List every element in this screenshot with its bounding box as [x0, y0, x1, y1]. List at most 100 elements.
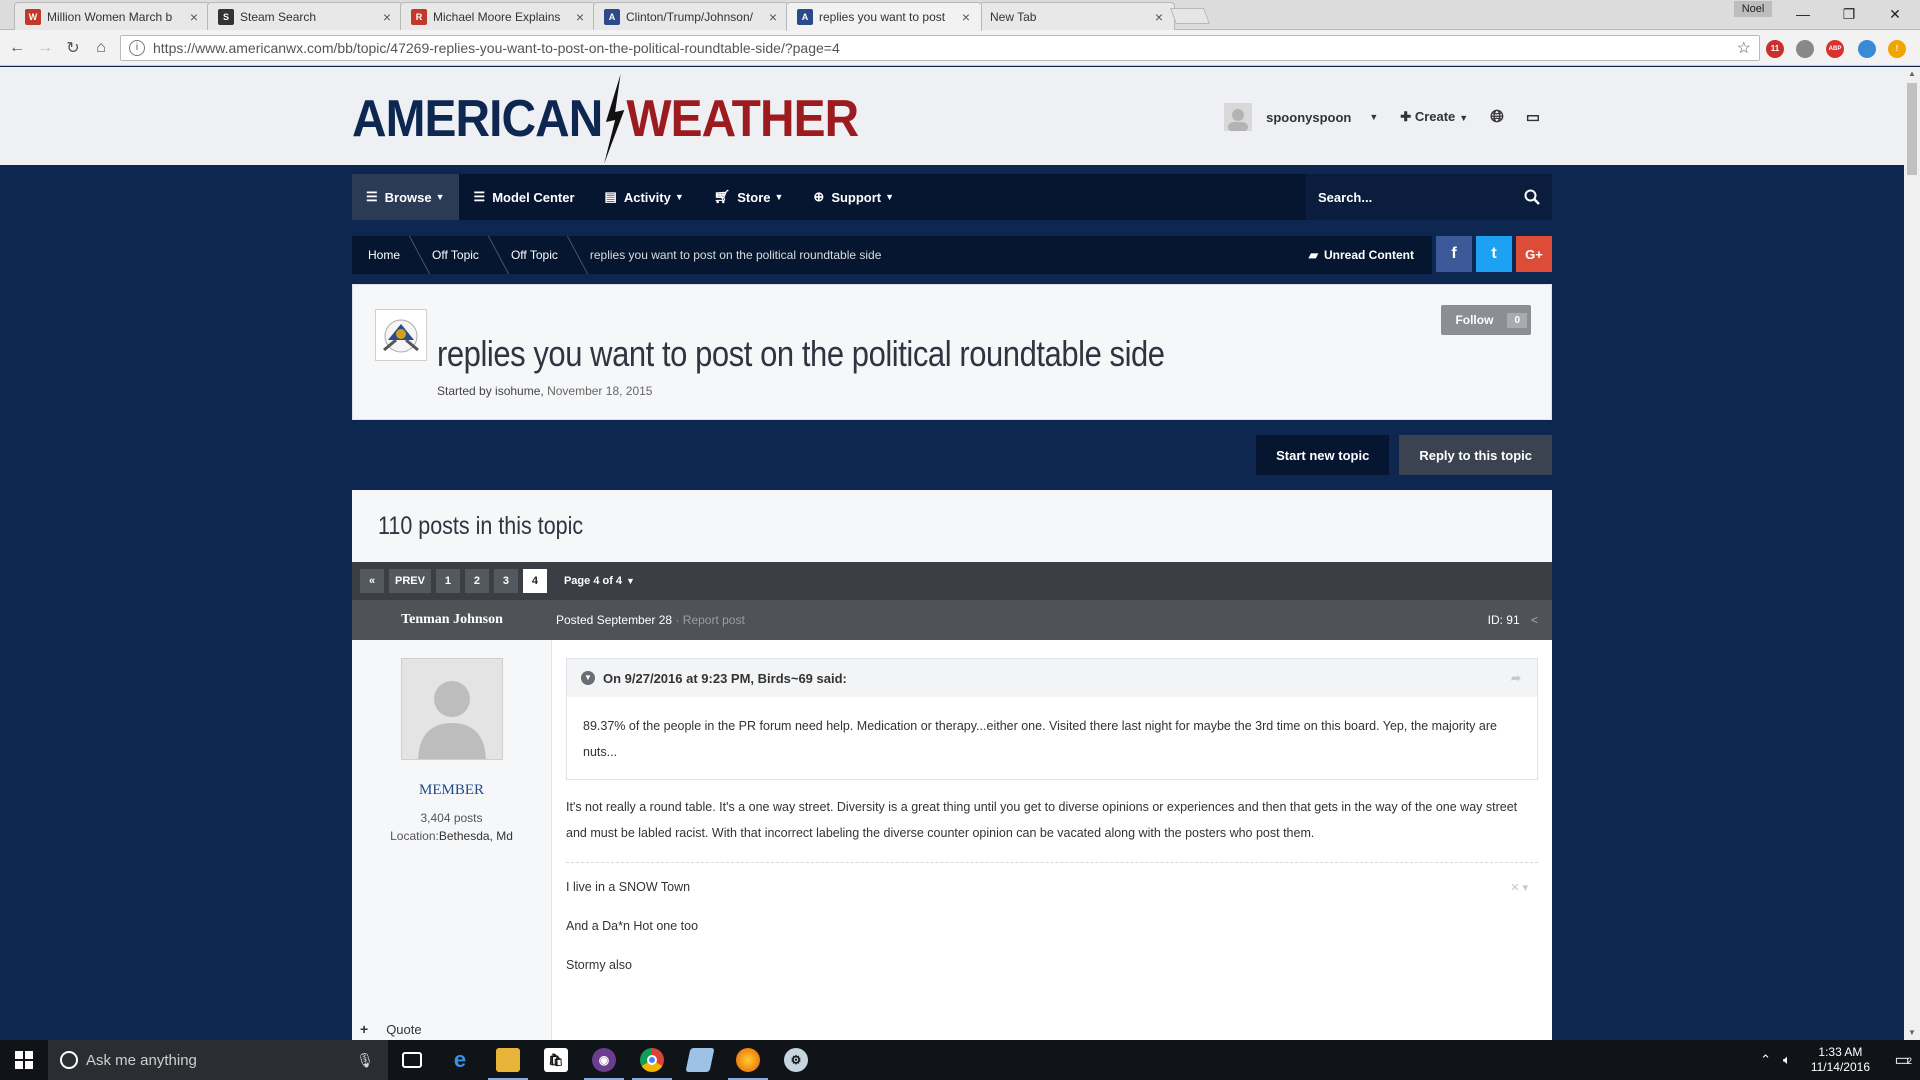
quote-citation[interactable]: ▼ On 9/27/2016 at 9:23 PM, Birds~69 said…: [567, 659, 1537, 697]
posted-date[interactable]: September 28: [597, 613, 672, 627]
hide-signature-icon[interactable]: ✕ ▾: [1510, 881, 1528, 894]
reply-to-topic-button[interactable]: Reply to this topic: [1399, 435, 1552, 475]
notepad-icon[interactable]: [676, 1040, 724, 1080]
chevron-up-icon[interactable]: ⌃: [1760, 1052, 1771, 1068]
create-menu[interactable]: ✚ Create ▼: [1400, 109, 1468, 125]
username[interactable]: spoonyspoon: [1266, 110, 1351, 125]
browser-tab[interactable]: W Million Women March b ×: [14, 2, 210, 30]
windows-taskbar: Ask me anything 🎙︎ e 🛍︎ ◉ ⚙ ⌃ 🔈︎ 1:33 AM…: [0, 1040, 1920, 1080]
search-input[interactable]: Search...: [1306, 174, 1552, 220]
tab-close-icon[interactable]: ×: [573, 9, 587, 25]
author-location: Location:Bethesda, Md: [352, 829, 551, 843]
twitter-share-button[interactable]: t: [1476, 236, 1512, 272]
tab-close-icon[interactable]: ×: [766, 9, 780, 25]
reload-icon[interactable]: ↻: [62, 37, 84, 59]
nav-store[interactable]: 🛒︎ Store ▼: [699, 174, 799, 220]
breadcrumb-home[interactable]: Home: [352, 236, 416, 274]
scroll-up-icon[interactable]: ▲: [1904, 67, 1920, 81]
microphone-icon[interactable]: 🎙︎: [356, 1052, 374, 1069]
nav-label: Activity: [623, 189, 671, 205]
quote-button[interactable]: + Quote: [360, 1021, 422, 1037]
nav-support[interactable]: ⊕ Support ▼: [798, 174, 909, 220]
tab-close-icon[interactable]: ×: [380, 9, 394, 25]
unread-content-link[interactable]: ▰ Unread Content: [1309, 248, 1432, 262]
nav-activity[interactable]: ▤ Activity ▼: [590, 174, 699, 220]
download-icon[interactable]: [1858, 40, 1876, 58]
first-page-button[interactable]: «: [360, 569, 384, 593]
browser-tab[interactable]: S Steam Search ×: [207, 2, 403, 30]
clock[interactable]: 1:33 AM 11/14/2016: [1811, 1045, 1870, 1075]
browser-tab-active[interactable]: A replies you want to post ×: [786, 2, 982, 31]
breadcrumb-item[interactable]: Off Topic: [495, 236, 574, 274]
new-tab-button[interactable]: [1170, 8, 1210, 24]
topic-author-avatar[interactable]: [375, 309, 427, 361]
close-window-icon[interactable]: ✕: [1872, 0, 1918, 28]
page-link[interactable]: 1: [435, 569, 460, 593]
nav-model-center[interactable]: ☰ Model Center: [459, 174, 590, 220]
home-icon[interactable]: ⌂: [90, 37, 112, 59]
scrollbar-thumb[interactable]: [1907, 83, 1917, 175]
chevron-down-icon[interactable]: ▼: [581, 671, 595, 685]
windows-start-icon[interactable]: [0, 1040, 48, 1080]
extension-icon[interactable]: 11: [1766, 40, 1784, 58]
browser-tab[interactable]: A Clinton/Trump/Johnson/ ×: [593, 2, 789, 30]
page-scrollbar[interactable]: ▲ ▼: [1904, 67, 1920, 1040]
browser-tab[interactable]: R Michael Moore Explains ×: [400, 2, 596, 30]
globe-icon[interactable]: 🌐︎: [1490, 107, 1504, 127]
start-new-topic-button[interactable]: Start new topic: [1256, 435, 1390, 475]
share-icon[interactable]: ➦: [1511, 671, 1521, 685]
cortana-search-input[interactable]: Ask me anything 🎙︎: [48, 1040, 388, 1080]
breadcrumb-item[interactable]: Off Topic: [416, 236, 495, 274]
restore-icon[interactable]: ❐: [1826, 0, 1872, 28]
back-icon[interactable]: ←: [6, 37, 28, 59]
share-icon[interactable]: <: [1531, 613, 1538, 627]
tab-close-icon[interactable]: ×: [187, 9, 201, 25]
app-icon[interactable]: ◉: [580, 1040, 628, 1080]
forward-icon[interactable]: →: [34, 37, 56, 59]
report-post-link[interactable]: Report post: [683, 613, 745, 627]
follow-button[interactable]: Follow 0: [1441, 305, 1531, 335]
info-icon[interactable]: i: [129, 40, 145, 56]
minimize-icon[interactable]: —: [1780, 0, 1826, 28]
page-jump-dropdown[interactable]: Page 4 of 4 ▼: [558, 569, 641, 593]
store-icon[interactable]: 🛍︎: [532, 1040, 580, 1080]
search-icon[interactable]: [1524, 189, 1540, 205]
task-view-icon[interactable]: [388, 1040, 436, 1080]
url-text[interactable]: https://www.americanwx.com/bb/topic/4726…: [153, 40, 1737, 56]
chrome-icon[interactable]: [628, 1040, 676, 1080]
avatar[interactable]: [1224, 103, 1253, 131]
page-link[interactable]: 2: [464, 569, 489, 593]
scroll-down-icon[interactable]: ▼: [1904, 1026, 1920, 1040]
file-explorer-icon[interactable]: [484, 1040, 532, 1080]
page-link-current[interactable]: 4: [522, 569, 547, 593]
tab-close-icon[interactable]: ×: [959, 9, 973, 25]
edge-icon[interactable]: e: [436, 1040, 484, 1080]
post: MEMBER 3,404 posts Location:Bethesda, Md…: [352, 640, 1552, 1040]
user-menu[interactable]: spoonyspoon ▼: [1224, 103, 1378, 131]
profile-chip[interactable]: Noel: [1734, 1, 1772, 17]
adblock-icon[interactable]: ABP: [1826, 40, 1844, 58]
alert-icon[interactable]: !: [1888, 40, 1906, 58]
facebook-share-button[interactable]: f: [1436, 236, 1472, 272]
site-logo[interactable]: AMERICAN WEATHER: [352, 74, 859, 164]
post-author-name[interactable]: Tenman Johnson: [352, 612, 552, 628]
inbox-icon[interactable]: ▭: [1526, 108, 1540, 126]
nav-browse[interactable]: ☰ Browse ▼: [352, 174, 459, 220]
signature-line: And a Da*n Hot one too: [566, 919, 699, 933]
avatar[interactable]: [400, 658, 503, 760]
lifebuoy-icon: ⊕: [813, 189, 825, 204]
extension-icon[interactable]: [1796, 40, 1814, 58]
page-link[interactable]: 3: [493, 569, 518, 593]
notifications-icon[interactable]: ▭ 2: [1884, 1050, 1920, 1070]
follow-count: 0: [1507, 312, 1527, 328]
firefox-icon[interactable]: [724, 1040, 772, 1080]
topic-author-link[interactable]: isohume: [495, 384, 540, 398]
google-plus-share-button[interactable]: G+: [1516, 236, 1552, 272]
prev-page-button[interactable]: PREV: [389, 569, 431, 593]
address-bar[interactable]: i https://www.americanwx.com/bb/topic/47…: [120, 35, 1760, 61]
bookmark-star-icon[interactable]: ☆: [1737, 38, 1759, 58]
steam-icon[interactable]: ⚙: [772, 1040, 820, 1080]
browser-tab[interactable]: New Tab ×: [979, 2, 1175, 30]
tab-close-icon[interactable]: ×: [1152, 9, 1166, 25]
volume-icon[interactable]: 🔈︎: [1783, 1052, 1791, 1068]
